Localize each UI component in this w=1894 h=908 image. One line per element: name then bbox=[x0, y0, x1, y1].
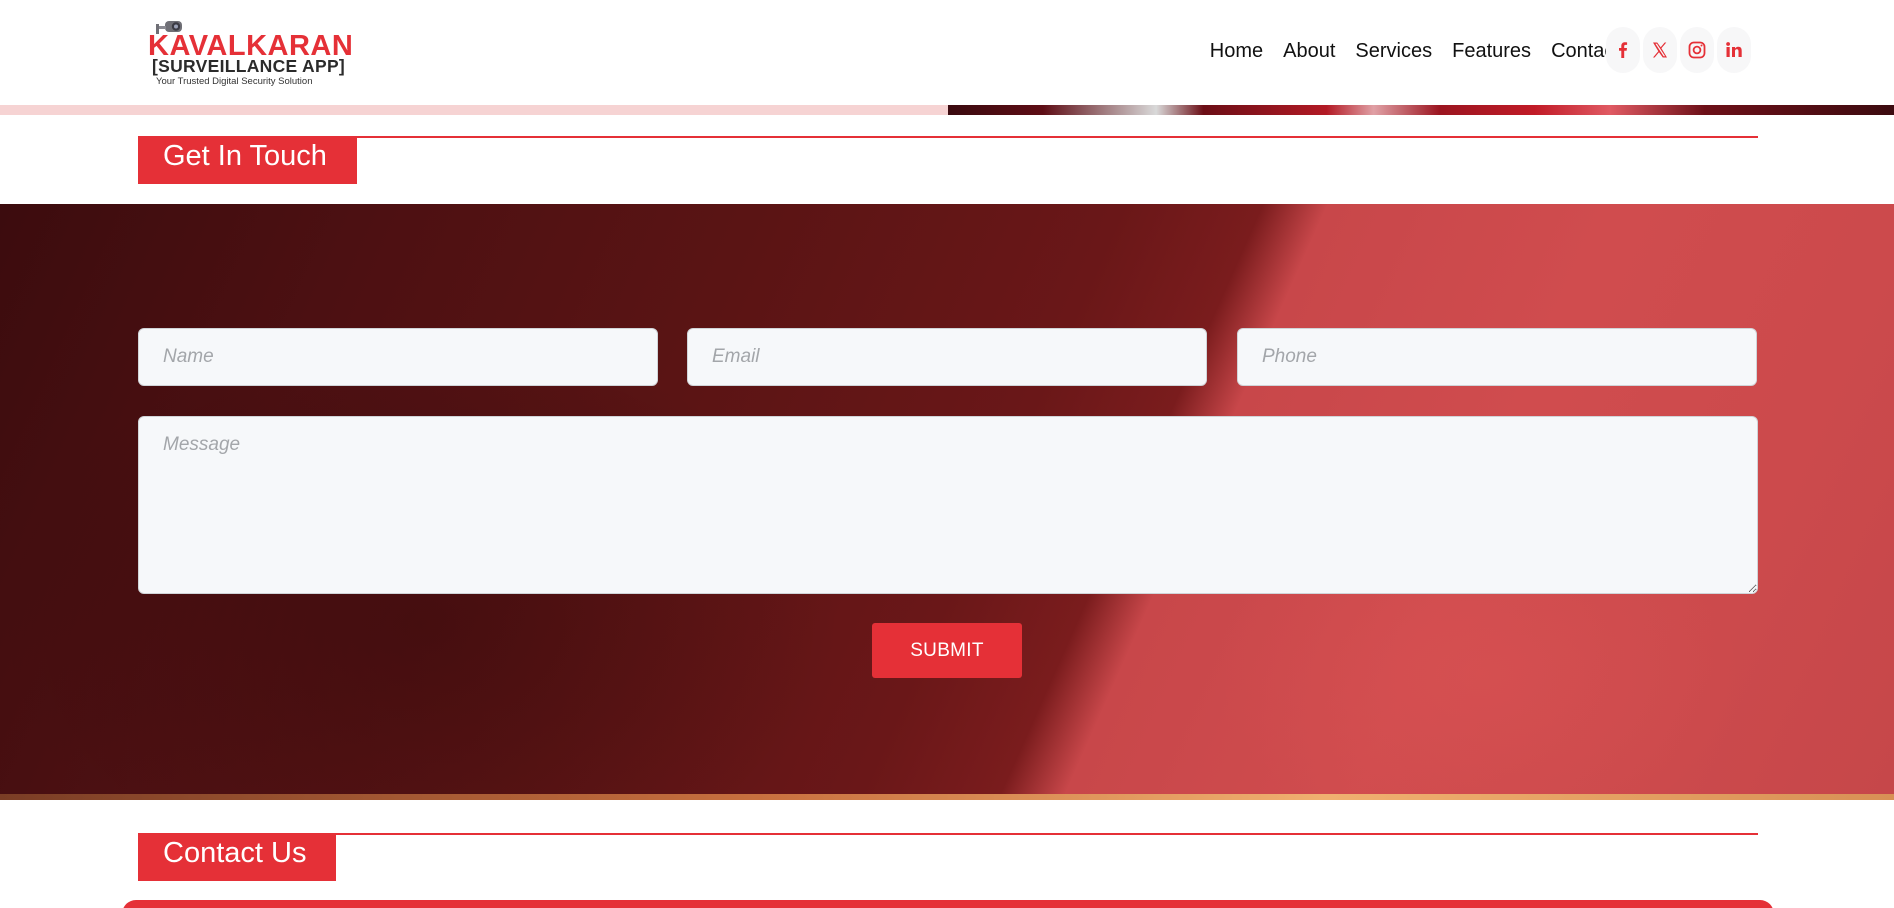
phone-input[interactable] bbox=[1237, 328, 1757, 386]
hero-bottom-edge bbox=[0, 794, 1894, 800]
brand-subtitle: [SURVEILLANCE APP] bbox=[152, 56, 346, 76]
contact-card bbox=[122, 900, 1774, 908]
main-nav: Home About Services Features Contact bbox=[1190, 38, 1620, 64]
instagram-link[interactable] bbox=[1680, 27, 1714, 73]
contact-us-rule bbox=[138, 833, 1758, 835]
instagram-icon bbox=[1688, 41, 1706, 59]
linkedin-icon bbox=[1726, 42, 1742, 57]
get-in-touch-rule bbox=[138, 136, 1758, 138]
brand-logo[interactable]: KAVALKARAN [SURVEILLANCE APP] Your Trust… bbox=[146, 16, 353, 88]
facebook-icon bbox=[1619, 42, 1628, 58]
banner-strip-left bbox=[0, 105, 948, 115]
nav-services[interactable]: Services bbox=[1355, 38, 1432, 64]
email-input[interactable] bbox=[687, 328, 1207, 386]
submit-button[interactable]: SUBMIT bbox=[872, 623, 1022, 678]
contact-us-heading: Contact Us bbox=[138, 833, 336, 881]
x-twitter-link[interactable] bbox=[1643, 27, 1677, 73]
brand-tagline: Your Trusted Digital Security Solution bbox=[156, 76, 313, 87]
nav-about[interactable]: About bbox=[1283, 38, 1335, 64]
nav-home[interactable]: Home bbox=[1210, 38, 1263, 64]
site-header: KAVALKARAN [SURVEILLANCE APP] Your Trust… bbox=[0, 0, 1894, 105]
banner-strip-image bbox=[948, 105, 1894, 115]
message-textarea[interactable] bbox=[138, 416, 1758, 594]
get-in-touch-heading: Get In Touch bbox=[138, 136, 357, 184]
x-twitter-icon bbox=[1653, 42, 1667, 58]
linkedin-link[interactable] bbox=[1717, 27, 1751, 73]
nav-features[interactable]: Features bbox=[1452, 38, 1531, 64]
name-input[interactable] bbox=[138, 328, 658, 386]
facebook-link[interactable] bbox=[1606, 27, 1640, 73]
social-links bbox=[1606, 27, 1751, 73]
